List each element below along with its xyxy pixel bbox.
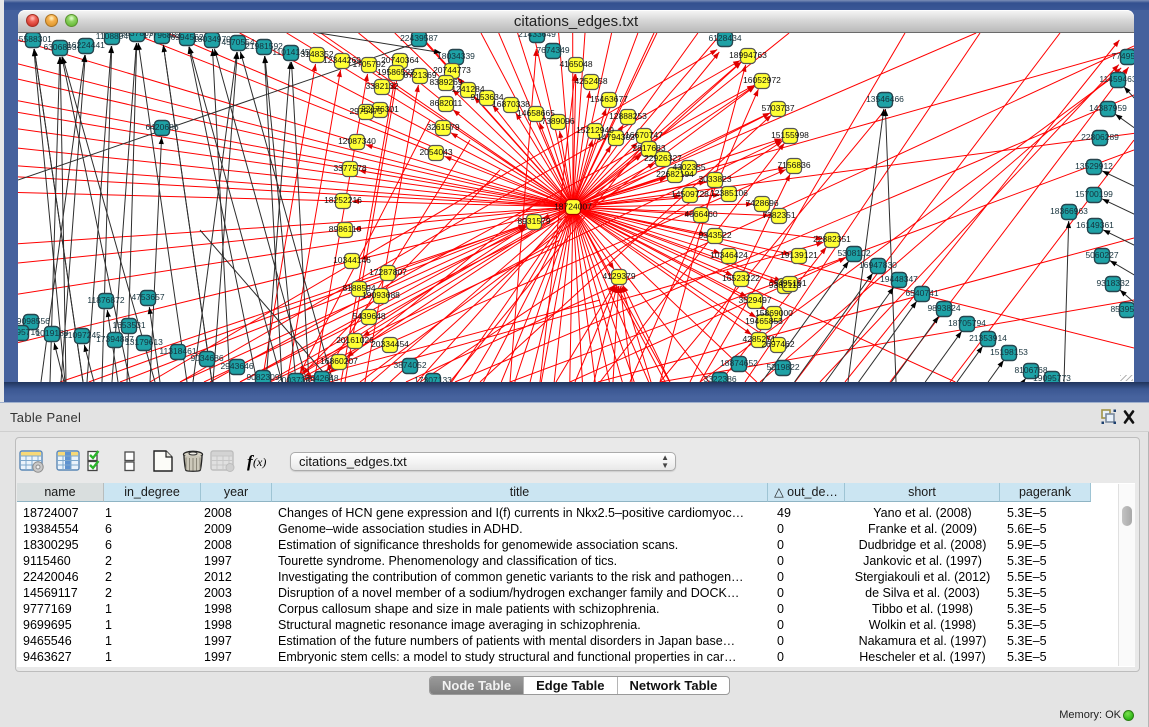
svg-text:4129379: 4129379 [602,271,635,281]
svg-text:18705794: 18705794 [948,318,986,328]
svg-text:5703737: 5703737 [761,103,794,113]
svg-text:9343522: 9343522 [698,230,731,240]
svg-text:8986110: 8986110 [329,224,362,234]
svg-text:4302355: 4302355 [672,162,705,172]
svg-text:2817683: 2817683 [632,143,665,153]
svg-text:15463677: 15463677 [590,94,628,104]
svg-text:12888253: 12888253 [609,111,647,121]
svg-text:3529497: 3529497 [738,295,771,305]
svg-text:7156836: 7156836 [777,160,810,170]
svg-text:(x): (x) [253,455,266,469]
svg-text:8539591: 8539591 [1110,304,1134,314]
svg-text:22882351: 22882351 [813,234,851,244]
svg-text:7674349: 7674349 [536,45,569,55]
svg-text:14509728: 14509728 [671,189,709,199]
svg-text:19095773: 19095773 [1033,373,1071,382]
svg-text:19098556: 19098556 [18,316,50,326]
svg-text:13179613: 13179613 [125,337,163,347]
svg-text:13546466: 13546466 [866,94,904,104]
svg-text:2697462: 2697462 [761,339,794,349]
svg-text:1495191: 1495191 [773,278,806,288]
svg-text:3261579: 3261579 [426,122,459,132]
svg-text:7382351: 7382351 [762,210,795,220]
svg-text:19448347: 19448347 [880,274,918,284]
svg-text:3033823: 3033823 [698,174,731,184]
svg-text:19465853: 19465853 [745,316,783,326]
svg-text:2943646: 2943646 [220,361,253,371]
svg-text:16860207: 16860207 [320,356,358,366]
svg-text:8931579: 8931579 [517,216,550,226]
svg-text:15155998: 15155998 [771,130,809,140]
svg-text:10346424: 10346424 [710,250,748,260]
svg-text:15700199: 15700199 [1075,189,1113,199]
svg-text:4165048: 4165048 [559,59,592,69]
svg-text:20334454: 20334454 [371,339,409,349]
svg-text:9893824: 9893824 [927,303,960,313]
svg-text:3642648: 3642648 [305,373,338,382]
svg-text:20740364: 20740364 [381,55,419,65]
svg-text:5219822: 5219822 [766,362,799,372]
svg-text:17307133: 17307133 [414,375,452,382]
svg-text:3382132: 3382132 [365,81,398,91]
svg-text:18034339: 18034339 [437,51,475,61]
svg-text:19139121: 19139121 [780,250,818,260]
svg-text:16947830: 16947830 [859,260,897,270]
svg-text:21353914: 21353914 [969,333,1007,343]
svg-text:4666460: 4666460 [684,209,717,219]
svg-text:16670747: 16670747 [625,130,663,140]
svg-text:8682011: 8682011 [430,98,463,108]
svg-text:22806289: 22806289 [1081,132,1119,142]
svg-text:3377578: 3377578 [333,163,366,173]
svg-text:12087340: 12087340 [338,136,376,146]
svg-text:18366963: 18366963 [1050,206,1088,216]
svg-text:13529912: 13529912 [1075,161,1113,171]
svg-text:11459463: 11459463 [1099,74,1134,84]
svg-text:14387959: 14387959 [1089,103,1127,113]
svg-text:17287807: 17287807 [369,267,407,277]
svg-text:6420686: 6420686 [145,122,178,132]
svg-text:4753657: 4753657 [131,292,164,302]
svg-text:3322386: 3322386 [703,374,736,382]
svg-text:5060227: 5060227 [1085,250,1118,260]
svg-text:4252458: 4252458 [574,76,607,86]
svg-text:7749509: 7749509 [1111,51,1134,61]
svg-text:7389096: 7389096 [541,116,574,126]
svg-text:16224441: 16224441 [67,40,105,50]
svg-text:12385106: 12385106 [710,188,748,198]
svg-text:18994763: 18994763 [729,50,767,60]
svg-text:2975475: 2975475 [349,106,382,116]
svg-text:6128434: 6128434 [708,33,741,43]
svg-text:10344146: 10344146 [333,255,371,265]
svg-text:11876872: 11876872 [87,295,124,305]
svg-text:16523222: 16523222 [722,273,760,283]
svg-text:3874052: 3874052 [393,360,426,370]
svg-text:18874652: 18874652 [720,358,758,368]
svg-text:21433649: 21433649 [518,33,556,39]
svg-text:22439587: 22439587 [400,33,438,43]
svg-text:2054043: 2054043 [419,147,452,157]
svg-text:5439648: 5439648 [352,311,385,321]
svg-text:20744773: 20744773 [433,65,471,75]
svg-text:20161026: 20161026 [336,335,374,345]
svg-text:16052972: 16052972 [743,75,781,85]
svg-text:9318332: 9318332 [1096,278,1129,288]
svg-text:18724007: 18724007 [554,202,592,212]
svg-text:5308102: 5308102 [837,248,870,258]
svg-text:9082309: 9082309 [246,372,279,382]
svg-text:7428696: 7428696 [745,198,778,208]
svg-text:15198153: 15198153 [990,347,1028,357]
svg-text:18252216: 18252216 [324,195,362,205]
svg-text:16149361: 16149361 [1076,220,1114,230]
svg-text:19093688: 19093688 [362,290,400,300]
svg-text:1653531: 1653531 [112,320,145,330]
svg-text:9034686: 9034686 [190,353,223,363]
svg-text:6540741: 6540741 [905,288,938,298]
